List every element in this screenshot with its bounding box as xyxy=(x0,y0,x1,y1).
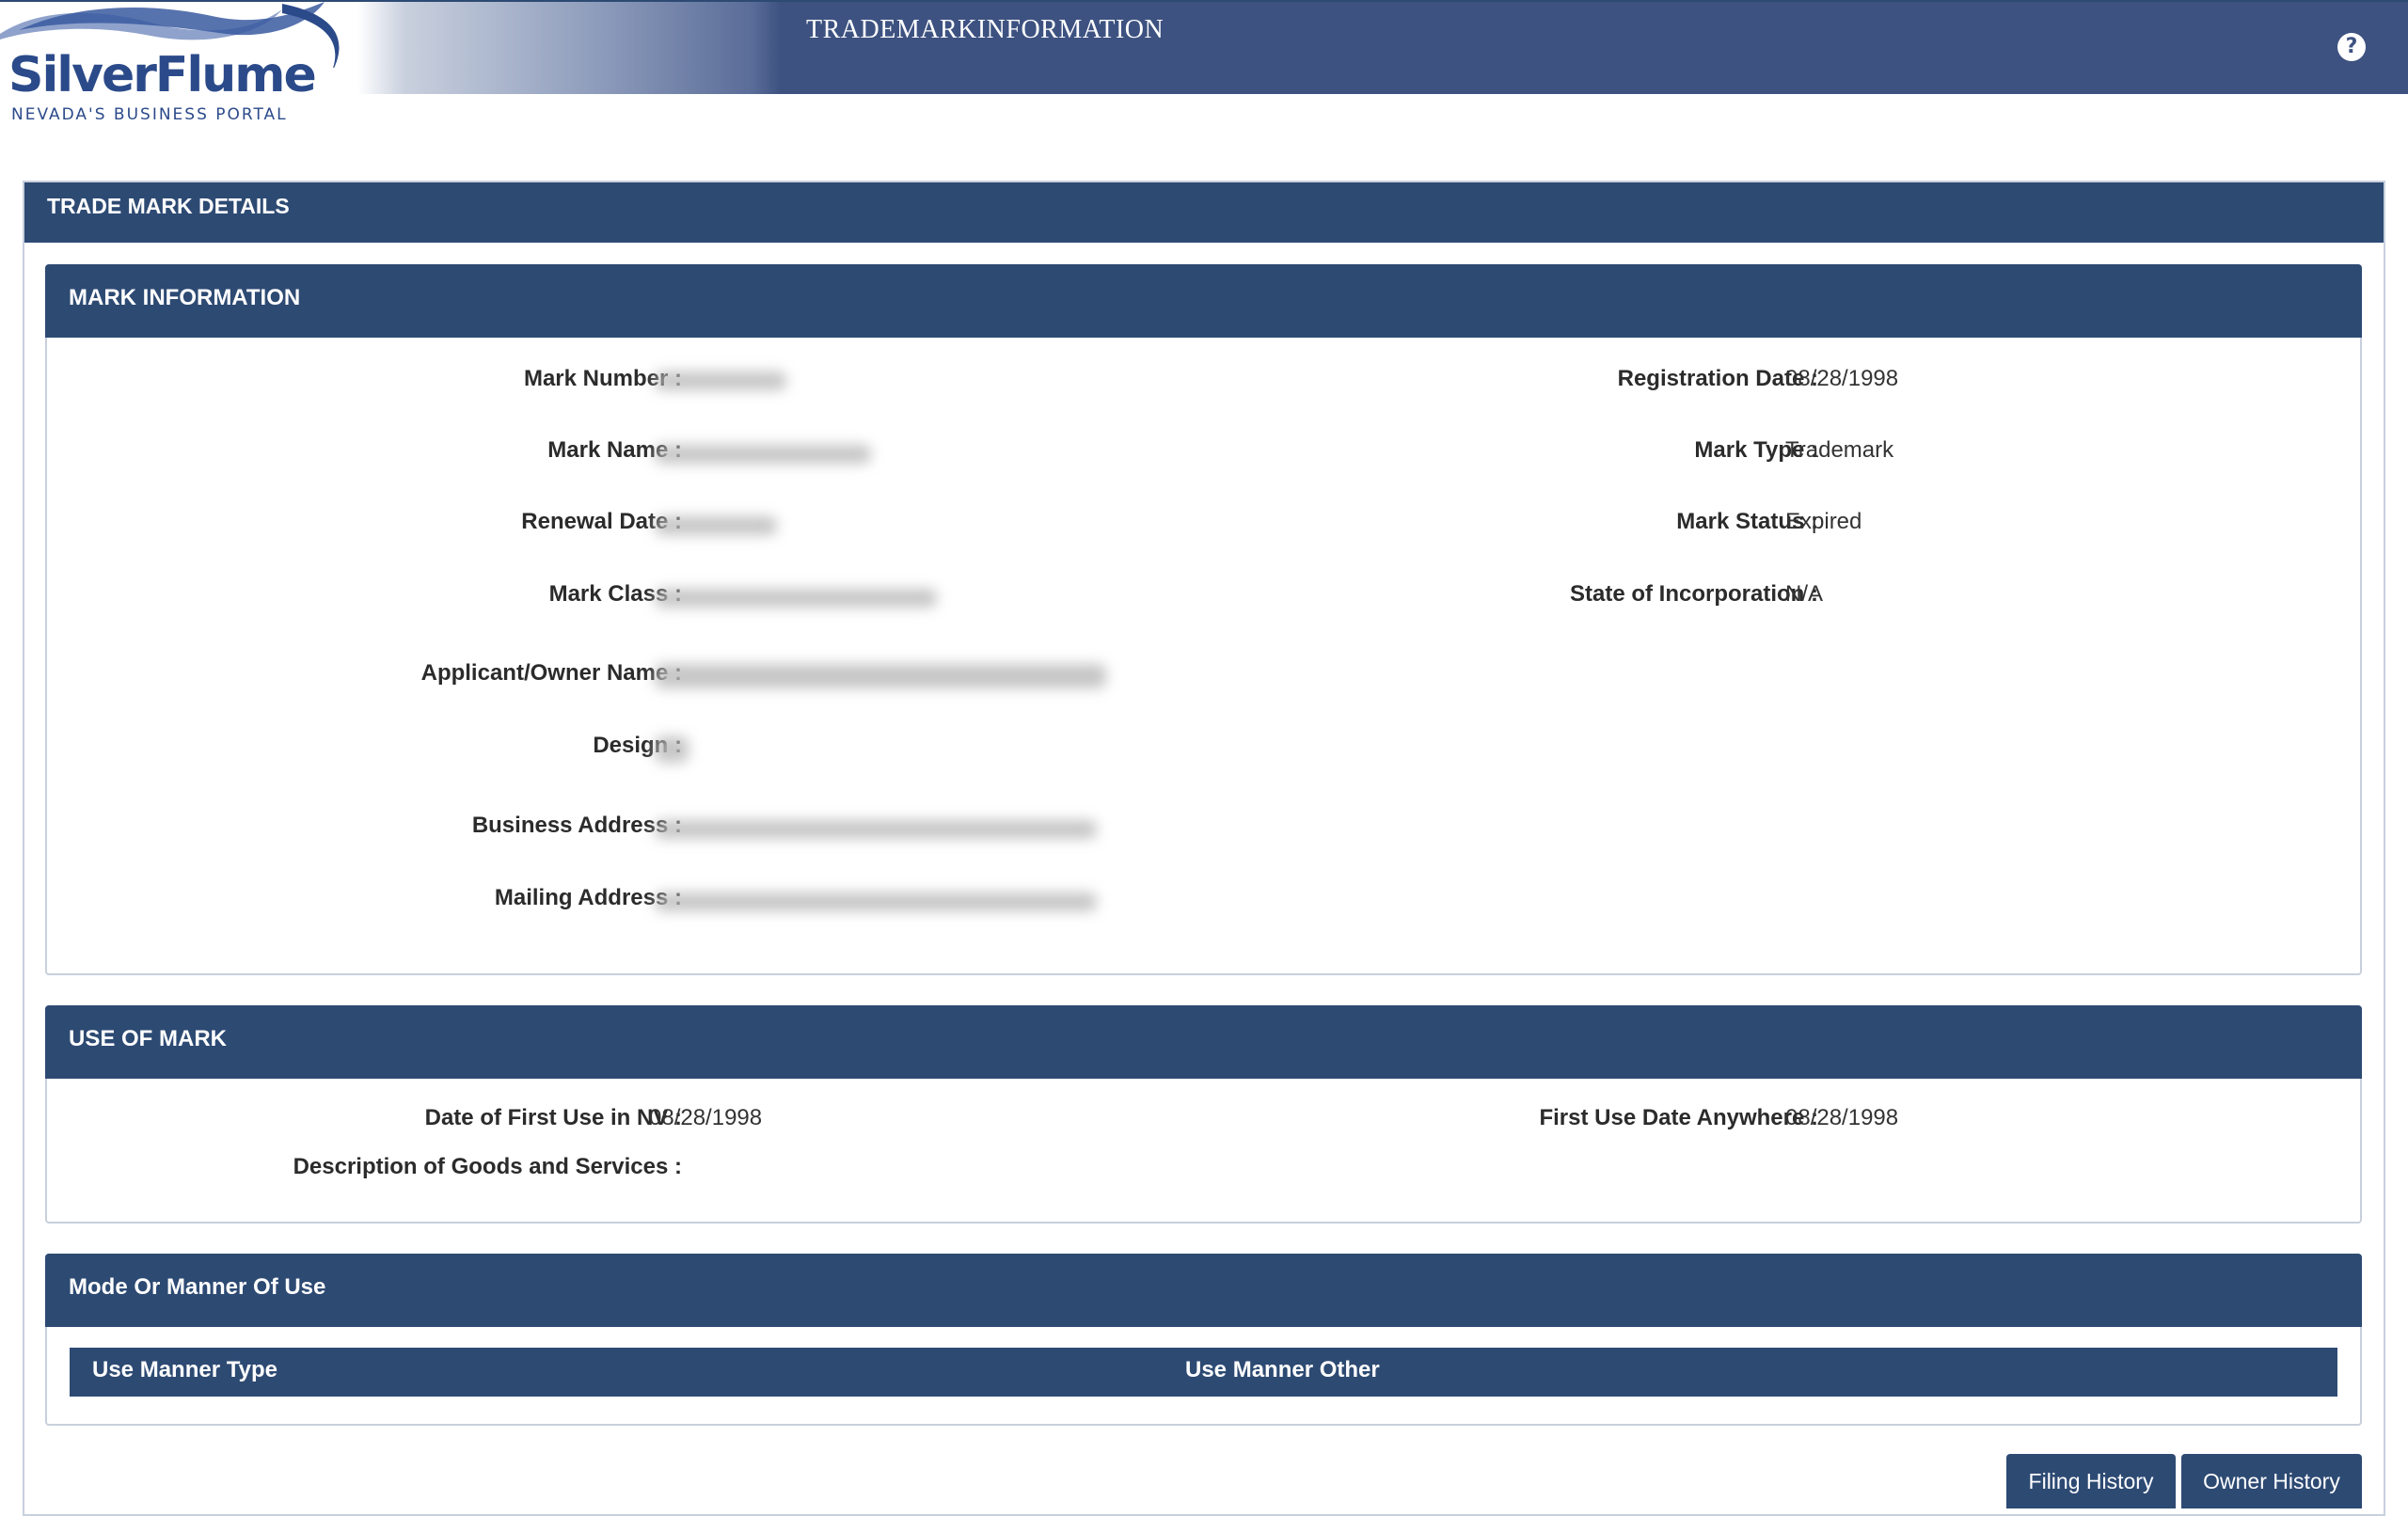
section-title: USE OF MARK xyxy=(69,1026,227,1051)
panel-header: TRADE MARK DETAILS xyxy=(24,182,2384,243)
mark-status-value: Expired xyxy=(1785,509,1862,534)
logo-tagline: NEVADA'S BUSINESS PORTAL xyxy=(11,105,288,124)
redacted-value xyxy=(655,664,1106,688)
section-header: MARK INFORMATION xyxy=(45,264,2362,338)
section-title: Mode Or Manner Of Use xyxy=(69,1274,326,1300)
section-header: Mode Or Manner Of Use xyxy=(45,1254,2362,1327)
silverflume-logo[interactable]: SilverFlume NEVADA'S BUSINESS PORTAL xyxy=(0,2,357,124)
redacted-value xyxy=(655,516,777,535)
redacted-value xyxy=(655,820,1097,839)
field-label: Date of First Use in NV : xyxy=(424,1105,682,1130)
field-label: Description of Goods and Services : xyxy=(293,1154,682,1179)
field-label: First Use Date Anywhere : xyxy=(1539,1105,1818,1130)
first-use-nv-value: 08/28/1998 xyxy=(649,1105,763,1130)
field-label: Business Address : xyxy=(471,813,682,838)
registration-date-value: 08/28/1998 xyxy=(1785,366,1899,391)
column-header-use-manner-other: Use Manner Other xyxy=(1185,1357,1380,1382)
mode-of-use-section: Mode Or Manner Of Use Use Manner Type Us… xyxy=(45,1254,2362,1426)
section-title: MARK INFORMATION xyxy=(69,285,301,310)
question-circle-icon[interactable]: ? xyxy=(2337,33,2366,61)
redacted-value xyxy=(655,445,871,464)
redacted-value xyxy=(655,371,786,390)
field-label: State of Incorporation : xyxy=(1570,581,1818,607)
owner-history-button[interactable]: Owner History xyxy=(2181,1454,2362,1508)
use-manner-table-header: Use Manner Type Use Manner Other xyxy=(70,1348,2337,1397)
use-of-mark-section: USE OF MARK Date of First Use in NV : 08… xyxy=(45,1005,2362,1224)
redacted-value xyxy=(655,589,937,608)
logo-wordmark: SilverFlume xyxy=(8,47,317,103)
state-of-incorporation-value: N/A xyxy=(1785,581,1824,607)
app-header: SilverFlume NEVADA'S BUSINESS PORTAL TRA… xyxy=(0,0,2408,124)
section-header: USE OF MARK xyxy=(45,1005,2362,1079)
mark-information-section: MARK INFORMATION Mark Number : Mark Name… xyxy=(45,264,2362,975)
page-title: TRADEMARKINFORMATION xyxy=(806,15,1164,44)
first-use-anywhere-value: 08/28/1998 xyxy=(1785,1105,1899,1130)
mark-type-value: Trademark xyxy=(1785,437,1894,463)
filing-history-button[interactable]: Filing History xyxy=(2006,1454,2176,1508)
panel-title: TRADE MARK DETAILS xyxy=(47,194,290,218)
redacted-design-image xyxy=(655,736,689,763)
redacted-value xyxy=(655,892,1097,911)
column-header-use-manner-type: Use Manner Type xyxy=(92,1357,277,1382)
field-label: Applicant/Owner Name : xyxy=(420,660,682,686)
